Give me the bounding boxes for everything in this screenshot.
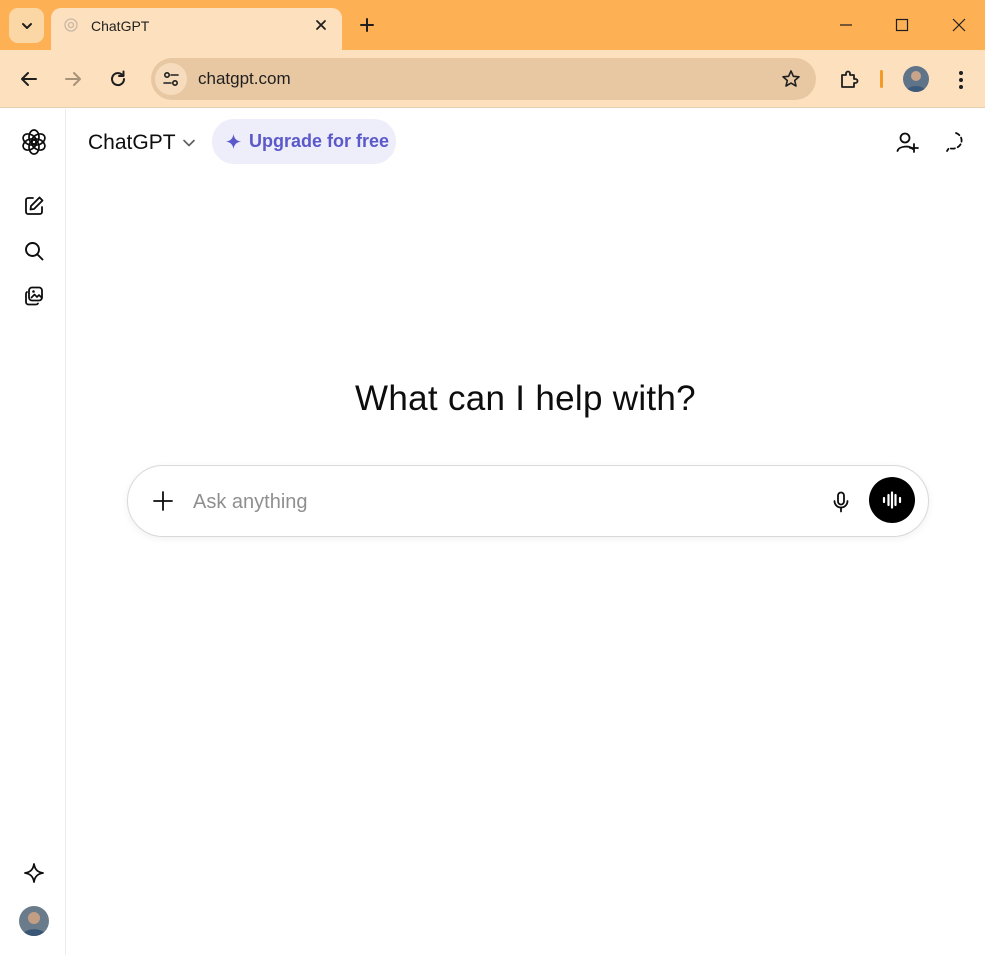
new-tab-button[interactable] bbox=[354, 12, 380, 38]
minimize-icon bbox=[840, 24, 852, 26]
star-icon bbox=[782, 70, 800, 87]
browser-menu-button[interactable] bbox=[947, 66, 975, 94]
close-window-button[interactable] bbox=[941, 8, 977, 42]
upgrade-button[interactable]: Upgrade for free bbox=[212, 119, 396, 164]
search-icon bbox=[25, 242, 44, 261]
add-person-icon bbox=[896, 132, 919, 153]
more-vert-icon bbox=[959, 71, 963, 89]
puzzle-icon bbox=[841, 70, 859, 88]
plus-icon bbox=[360, 18, 374, 32]
tab-search-button[interactable] bbox=[9, 8, 44, 43]
close-icon bbox=[952, 18, 966, 32]
microphone-icon bbox=[833, 491, 849, 513]
page-heading: What can I help with? bbox=[355, 379, 696, 418]
share-add-person-button[interactable] bbox=[890, 125, 924, 159]
attach-button[interactable] bbox=[147, 485, 179, 517]
toolbar-divider bbox=[880, 70, 883, 88]
upgrade-sparkle-button[interactable] bbox=[17, 856, 51, 890]
sparkle-icon bbox=[24, 863, 44, 883]
voice-mode-button[interactable] bbox=[869, 477, 915, 523]
new-chat-icon bbox=[25, 196, 44, 215]
browser-title-bar: ChatGPT bbox=[0, 0, 985, 50]
browser-tab-chatgpt[interactable]: ChatGPT bbox=[51, 8, 342, 50]
reload-button[interactable] bbox=[101, 62, 135, 96]
maximize-button[interactable] bbox=[884, 8, 920, 42]
new-chat-button[interactable] bbox=[17, 189, 51, 223]
voice-mode-icon bbox=[882, 491, 902, 509]
minimize-button[interactable] bbox=[828, 8, 864, 42]
chatgpt-page: ChatGPT Upgrade for free What can I help… bbox=[0, 109, 985, 955]
arrow-right-icon bbox=[65, 72, 81, 86]
temporary-chat-icon bbox=[946, 132, 963, 152]
plus-icon bbox=[153, 491, 173, 511]
dictate-button[interactable] bbox=[825, 486, 857, 518]
close-icon bbox=[316, 20, 326, 30]
avatar bbox=[903, 66, 929, 92]
maximize-icon bbox=[895, 18, 909, 32]
openai-logo-button[interactable] bbox=[17, 125, 51, 159]
model-label: ChatGPT bbox=[88, 131, 176, 154]
forward-button[interactable] bbox=[56, 62, 90, 96]
reload-icon bbox=[111, 70, 126, 87]
browser-toolbar: chatgpt.com bbox=[0, 50, 985, 108]
chevron-down-icon bbox=[21, 22, 32, 29]
bookmark-button[interactable] bbox=[780, 68, 802, 90]
search-chats-button[interactable] bbox=[17, 234, 51, 268]
avatar bbox=[19, 906, 49, 936]
prompt-composer bbox=[127, 465, 929, 537]
address-url: chatgpt.com bbox=[198, 69, 291, 88]
upgrade-label: Upgrade for free bbox=[249, 131, 390, 151]
temporary-chat-button[interactable] bbox=[939, 125, 973, 159]
extensions-button[interactable] bbox=[834, 65, 864, 95]
sidebar-rail bbox=[0, 109, 66, 955]
address-bar[interactable]: chatgpt.com bbox=[151, 58, 816, 100]
back-button[interactable] bbox=[12, 62, 46, 96]
openai-logo-icon bbox=[22, 129, 46, 155]
tab-close-button[interactable] bbox=[310, 14, 332, 36]
tune-icon bbox=[163, 71, 179, 87]
openai-favicon-icon bbox=[64, 18, 78, 32]
sparkle-icon bbox=[225, 133, 242, 150]
arrow-left-icon bbox=[21, 72, 37, 86]
chevron-down-icon bbox=[182, 139, 195, 147]
tab-title: ChatGPT bbox=[91, 18, 150, 34]
site-info-button[interactable] bbox=[155, 63, 187, 95]
user-avatar-button[interactable] bbox=[19, 906, 49, 936]
library-button[interactable] bbox=[17, 279, 51, 313]
library-icon bbox=[25, 286, 43, 306]
profile-button[interactable] bbox=[903, 66, 929, 92]
model-switcher[interactable]: ChatGPT bbox=[88, 126, 196, 160]
prompt-input[interactable] bbox=[193, 488, 813, 516]
